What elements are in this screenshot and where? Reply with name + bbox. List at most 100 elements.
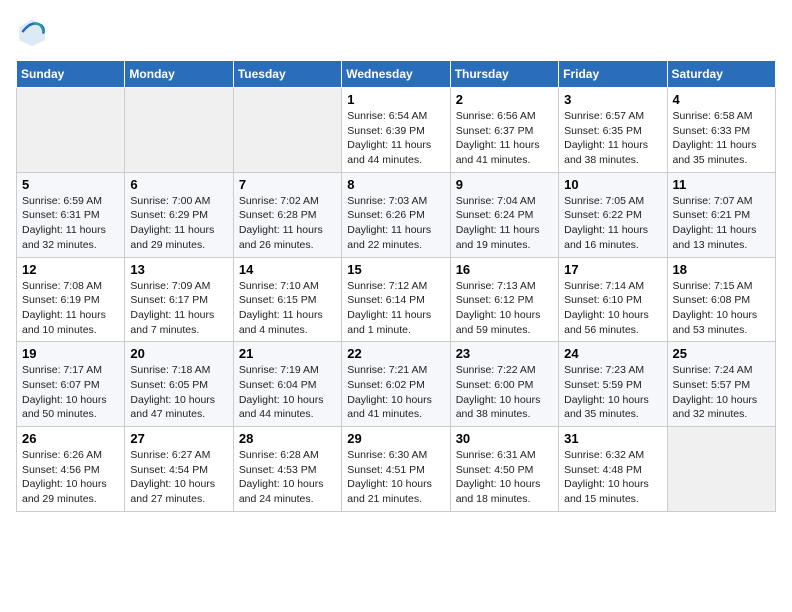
weekday-header: Thursday xyxy=(450,61,558,88)
day-info: Sunrise: 7:02 AM Sunset: 6:28 PM Dayligh… xyxy=(239,194,336,253)
day-number: 14 xyxy=(239,262,336,277)
day-info: Sunrise: 7:22 AM Sunset: 6:00 PM Dayligh… xyxy=(456,363,553,422)
day-info: Sunrise: 7:10 AM Sunset: 6:15 PM Dayligh… xyxy=(239,279,336,338)
calendar-cell: 9Sunrise: 7:04 AM Sunset: 6:24 PM Daylig… xyxy=(450,172,558,257)
calendar-cell xyxy=(667,427,775,512)
day-number: 26 xyxy=(22,431,119,446)
day-number: 13 xyxy=(130,262,227,277)
day-number: 18 xyxy=(673,262,770,277)
weekday-header: Monday xyxy=(125,61,233,88)
logo xyxy=(16,16,52,48)
day-number: 21 xyxy=(239,346,336,361)
day-info: Sunrise: 7:15 AM Sunset: 6:08 PM Dayligh… xyxy=(673,279,770,338)
calendar-cell: 23 Sunrise: 7:22 AM Sunset: 6:00 PM Dayli… xyxy=(450,342,558,427)
day-info: Sunrise: 7:09 AM Sunset: 6:17 PM Dayligh… xyxy=(130,279,227,338)
calendar-cell: 6 Sunrise: 7:00 AM Sunset: 6:29 PM Daylig… xyxy=(125,172,233,257)
day-info: Sunrise: 7:03 AM Sunset: 6:26 PM Dayligh… xyxy=(347,194,444,253)
day-info: Sunrise: 7:08 AM Sunset: 6:19 PM Dayligh… xyxy=(22,279,119,338)
day-info: Sunrise: 7:23 AM Sunset: 5:59 PM Dayligh… xyxy=(564,363,661,422)
calendar-cell: 5 Sunrise: 6:59 AM Sunset: 6:31 PM Daylig… xyxy=(17,172,125,257)
day-number: 8 xyxy=(347,177,444,192)
day-number: 12 xyxy=(22,262,119,277)
day-number: 2 xyxy=(456,92,553,107)
day-number: 4 xyxy=(673,92,770,107)
calendar-cell: 15Sunrise: 7:12 AM Sunset: 6:14 PM Dayli… xyxy=(342,257,450,342)
weekday-header: Friday xyxy=(559,61,667,88)
calendar-cell: 1 Sunrise: 6:54 AM Sunset: 6:39 PM Daylig… xyxy=(342,88,450,173)
day-info: Sunrise: 7:12 AM Sunset: 6:14 PM Dayligh… xyxy=(347,279,444,338)
day-info: Sunrise: 6:54 AM Sunset: 6:39 PM Dayligh… xyxy=(347,109,444,168)
calendar-cell: 29 Sunrise: 6:30 AM Sunset: 4:51 PM Dayli… xyxy=(342,427,450,512)
day-number: 23 xyxy=(456,346,553,361)
day-number: 29 xyxy=(347,431,444,446)
calendar-cell: 25 Sunrise: 7:24 AM Sunset: 5:57 PM Dayli… xyxy=(667,342,775,427)
day-info: Sunrise: 6:31 AM Sunset: 4:50 PM Dayligh… xyxy=(456,448,553,507)
weekday-header: Saturday xyxy=(667,61,775,88)
day-info: Sunrise: 7:19 AM Sunset: 6:04 PM Dayligh… xyxy=(239,363,336,422)
day-number: 30 xyxy=(456,431,553,446)
logo-icon xyxy=(16,16,48,48)
calendar-cell: 20Sunrise: 7:18 AM Sunset: 6:05 PM Dayli… xyxy=(125,342,233,427)
day-number: 22 xyxy=(347,346,444,361)
day-info: Sunrise: 7:24 AM Sunset: 5:57 PM Dayligh… xyxy=(673,363,770,422)
day-number: 16 xyxy=(456,262,553,277)
day-info: Sunrise: 6:56 AM Sunset: 6:37 PM Dayligh… xyxy=(456,109,553,168)
calendar-cell: 11Sunrise: 7:07 AM Sunset: 6:21 PM Dayli… xyxy=(667,172,775,257)
weekday-header: Wednesday xyxy=(342,61,450,88)
calendar-cell xyxy=(125,88,233,173)
day-number: 31 xyxy=(564,431,661,446)
calendar-cell: 16 Sunrise: 7:13 AM Sunset: 6:12 PM Dayli… xyxy=(450,257,558,342)
day-info: Sunrise: 6:30 AM Sunset: 4:51 PM Dayligh… xyxy=(347,448,444,507)
day-number: 17 xyxy=(564,262,661,277)
calendar-cell: 26 Sunrise: 6:26 AM Sunset: 4:56 PM Dayli… xyxy=(17,427,125,512)
day-number: 24 xyxy=(564,346,661,361)
day-number: 3 xyxy=(564,92,661,107)
day-info: Sunrise: 7:00 AM Sunset: 6:29 PM Dayligh… xyxy=(130,194,227,253)
day-info: Sunrise: 7:13 AM Sunset: 6:12 PM Dayligh… xyxy=(456,279,553,338)
calendar-cell: 28 Sunrise: 6:28 AM Sunset: 4:53 PM Dayli… xyxy=(233,427,341,512)
day-number: 10 xyxy=(564,177,661,192)
calendar-row: 1 Sunrise: 6:54 AM Sunset: 6:39 PM Daylig… xyxy=(17,88,776,173)
calendar-cell: 8 Sunrise: 7:03 AM Sunset: 6:26 PM Daylig… xyxy=(342,172,450,257)
calendar-header: SundayMondayTuesdayWednesdayThursdayFrid… xyxy=(17,61,776,88)
calendar-row: 5 Sunrise: 6:59 AM Sunset: 6:31 PM Daylig… xyxy=(17,172,776,257)
day-info: Sunrise: 6:26 AM Sunset: 4:56 PM Dayligh… xyxy=(22,448,119,507)
day-info: Sunrise: 7:05 AM Sunset: 6:22 PM Dayligh… xyxy=(564,194,661,253)
day-number: 25 xyxy=(673,346,770,361)
calendar-cell: 18 Sunrise: 7:15 AM Sunset: 6:08 PM Dayli… xyxy=(667,257,775,342)
day-info: Sunrise: 6:58 AM Sunset: 6:33 PM Dayligh… xyxy=(673,109,770,168)
day-info: Sunrise: 6:59 AM Sunset: 6:31 PM Dayligh… xyxy=(22,194,119,253)
day-number: 20 xyxy=(130,346,227,361)
calendar-row: 26 Sunrise: 6:26 AM Sunset: 4:56 PM Dayli… xyxy=(17,427,776,512)
day-number: 27 xyxy=(130,431,227,446)
day-number: 6 xyxy=(130,177,227,192)
calendar-cell: 12 Sunrise: 7:08 AM Sunset: 6:19 PM Dayli… xyxy=(17,257,125,342)
calendar-cell: 14 Sunrise: 7:10 AM Sunset: 6:15 PM Dayli… xyxy=(233,257,341,342)
calendar-row: 12 Sunrise: 7:08 AM Sunset: 6:19 PM Dayli… xyxy=(17,257,776,342)
day-number: 19 xyxy=(22,346,119,361)
calendar-cell: 24 Sunrise: 7:23 AM Sunset: 5:59 PM Dayli… xyxy=(559,342,667,427)
day-number: 7 xyxy=(239,177,336,192)
day-number: 5 xyxy=(22,177,119,192)
day-number: 11 xyxy=(673,177,770,192)
day-info: Sunrise: 7:14 AM Sunset: 6:10 PM Dayligh… xyxy=(564,279,661,338)
weekday-header: Sunday xyxy=(17,61,125,88)
calendar-row: 19 Sunrise: 7:17 AM Sunset: 6:07 PM Dayli… xyxy=(17,342,776,427)
calendar-cell: 10 Sunrise: 7:05 AM Sunset: 6:22 PM Dayli… xyxy=(559,172,667,257)
calendar-cell: 30 Sunrise: 6:31 AM Sunset: 4:50 PM Dayli… xyxy=(450,427,558,512)
calendar-cell: 22Sunrise: 7:21 AM Sunset: 6:02 PM Dayli… xyxy=(342,342,450,427)
calendar-table: SundayMondayTuesdayWednesdayThursdayFrid… xyxy=(16,60,776,512)
day-info: Sunrise: 6:28 AM Sunset: 4:53 PM Dayligh… xyxy=(239,448,336,507)
day-info: Sunrise: 6:57 AM Sunset: 6:35 PM Dayligh… xyxy=(564,109,661,168)
calendar-cell: 13 Sunrise: 7:09 AM Sunset: 6:17 PM Dayli… xyxy=(125,257,233,342)
calendar-cell: 7 Sunrise: 7:02 AM Sunset: 6:28 PM Daylig… xyxy=(233,172,341,257)
calendar-cell: 2 Sunrise: 6:56 AM Sunset: 6:37 PM Daylig… xyxy=(450,88,558,173)
day-info: Sunrise: 7:17 AM Sunset: 6:07 PM Dayligh… xyxy=(22,363,119,422)
calendar-cell: 21 Sunrise: 7:19 AM Sunset: 6:04 PM Dayli… xyxy=(233,342,341,427)
calendar-cell: 4 Sunrise: 6:58 AM Sunset: 6:33 PM Daylig… xyxy=(667,88,775,173)
calendar-cell: 27Sunrise: 6:27 AM Sunset: 4:54 PM Dayli… xyxy=(125,427,233,512)
day-number: 1 xyxy=(347,92,444,107)
day-number: 28 xyxy=(239,431,336,446)
day-info: Sunrise: 7:04 AM Sunset: 6:24 PM Dayligh… xyxy=(456,194,553,253)
weekday-header: Tuesday xyxy=(233,61,341,88)
